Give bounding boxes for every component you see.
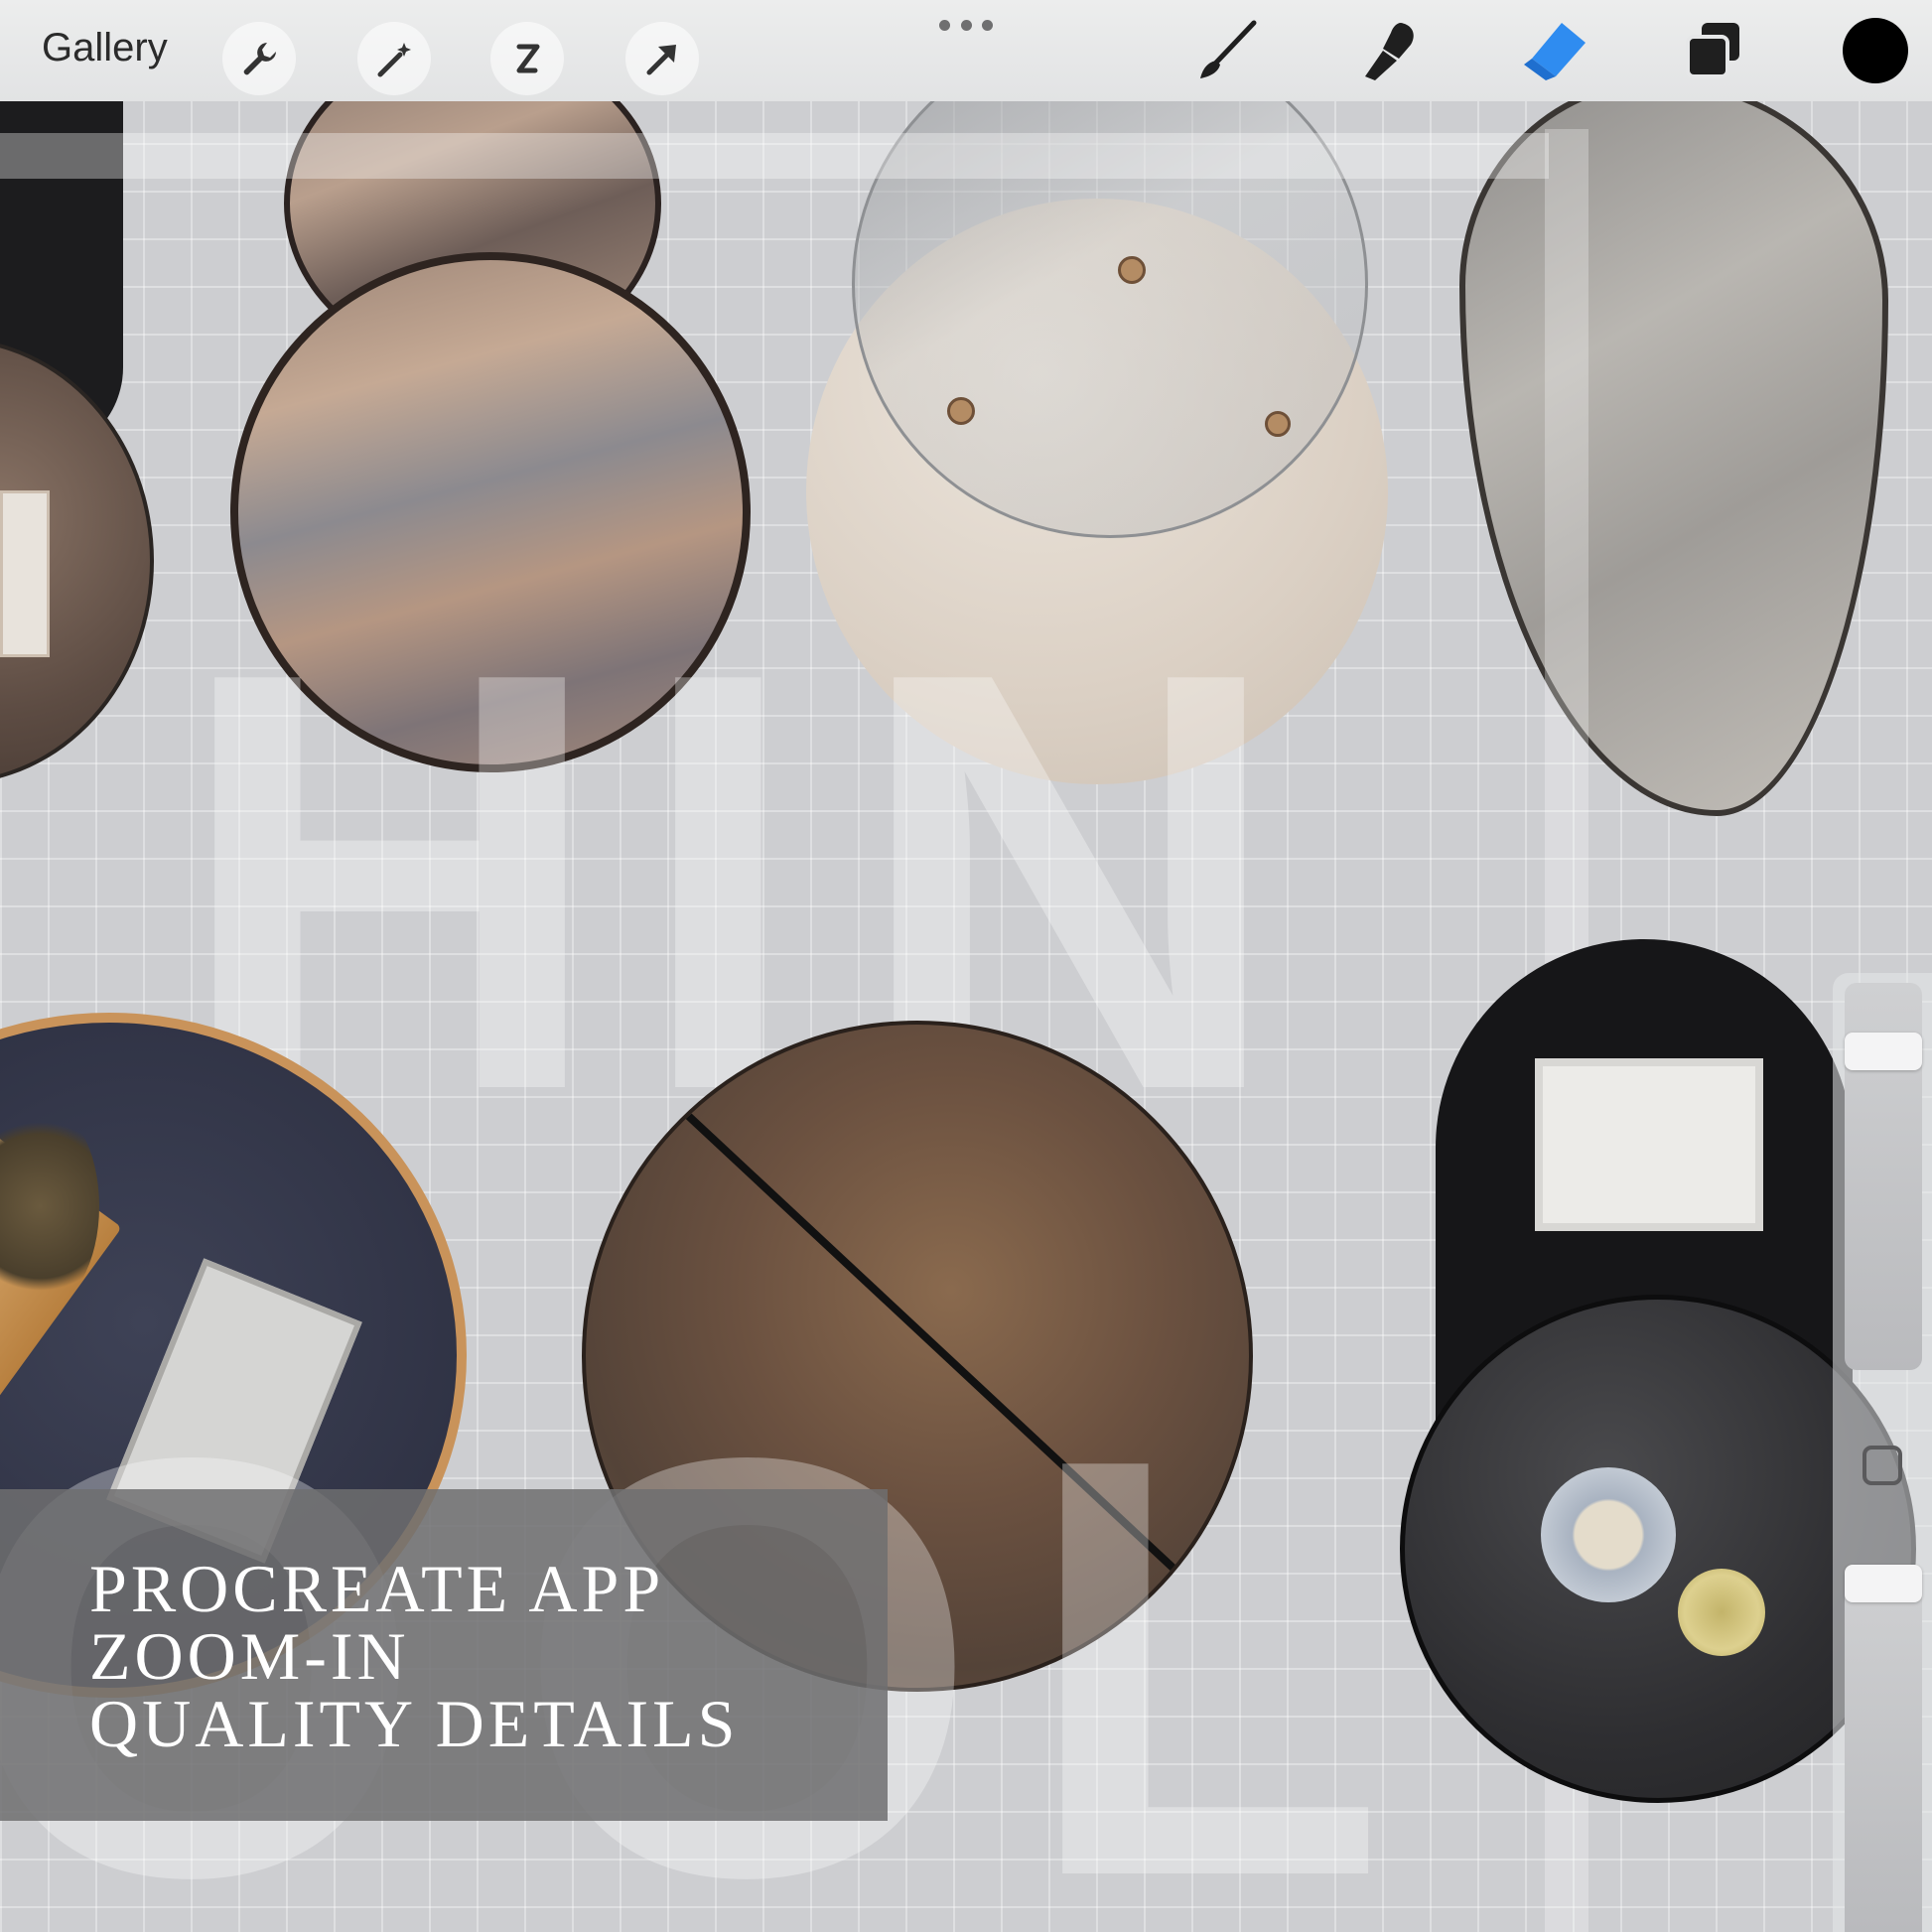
glass-bead-1 [1118, 256, 1146, 284]
brush-icon [1200, 20, 1257, 78]
adjustments-button[interactable] [357, 22, 431, 95]
layers-icon [1686, 23, 1739, 78]
wrench-icon [243, 43, 276, 75]
more-options-icon[interactable] [939, 20, 993, 34]
eraser-tool[interactable] [1513, 16, 1592, 85]
opacity-slider[interactable] [1845, 1567, 1922, 1932]
top-toolbar: Gallery [0, 0, 1932, 101]
light-horizontal-band [0, 133, 1549, 179]
color-picker-swatch[interactable] [1843, 18, 1908, 83]
transform-button[interactable] [625, 22, 699, 95]
transform-arrow-icon [646, 45, 676, 75]
ceramic-bowl-yellow [1678, 1569, 1765, 1656]
opacity-slider-knob[interactable] [1845, 1565, 1922, 1602]
caption-line-2: ZOOM-IN [89, 1618, 410, 1694]
gallery-button[interactable]: Gallery [42, 26, 168, 70]
magic-wand-icon [377, 43, 411, 77]
glass-disc [852, 30, 1368, 538]
modify-square-icon[interactable] [1863, 1446, 1902, 1485]
glass-bead-2 [947, 397, 975, 425]
selection-button[interactable] [490, 22, 564, 95]
smudge-tool[interactable] [1350, 16, 1430, 85]
smudge-icon [1365, 23, 1414, 80]
brush-size-slider-knob[interactable] [1845, 1033, 1922, 1070]
actions-button[interactable] [222, 22, 296, 95]
eraser-icon [1524, 23, 1586, 80]
white-frame-right [1535, 1058, 1763, 1231]
caption-line-3: QUALITY DETAILS [89, 1686, 740, 1761]
organic-stone-tray [1459, 79, 1888, 816]
watermark-letter-l: L [1023, 1335, 1387, 1932]
brush-tool[interactable] [1187, 16, 1267, 85]
layers-tool[interactable] [1674, 16, 1753, 85]
glass-bead-3 [1265, 411, 1291, 437]
framed-picture-left [0, 490, 50, 657]
caption-overlay: PROCREATE APP ZOOM-IN QUALITY DETAILS [0, 1489, 888, 1821]
selection-icon [516, 44, 540, 73]
ceramic-cup-blue [1541, 1467, 1676, 1602]
caption-line-1: PROCREATE APP [89, 1551, 665, 1626]
